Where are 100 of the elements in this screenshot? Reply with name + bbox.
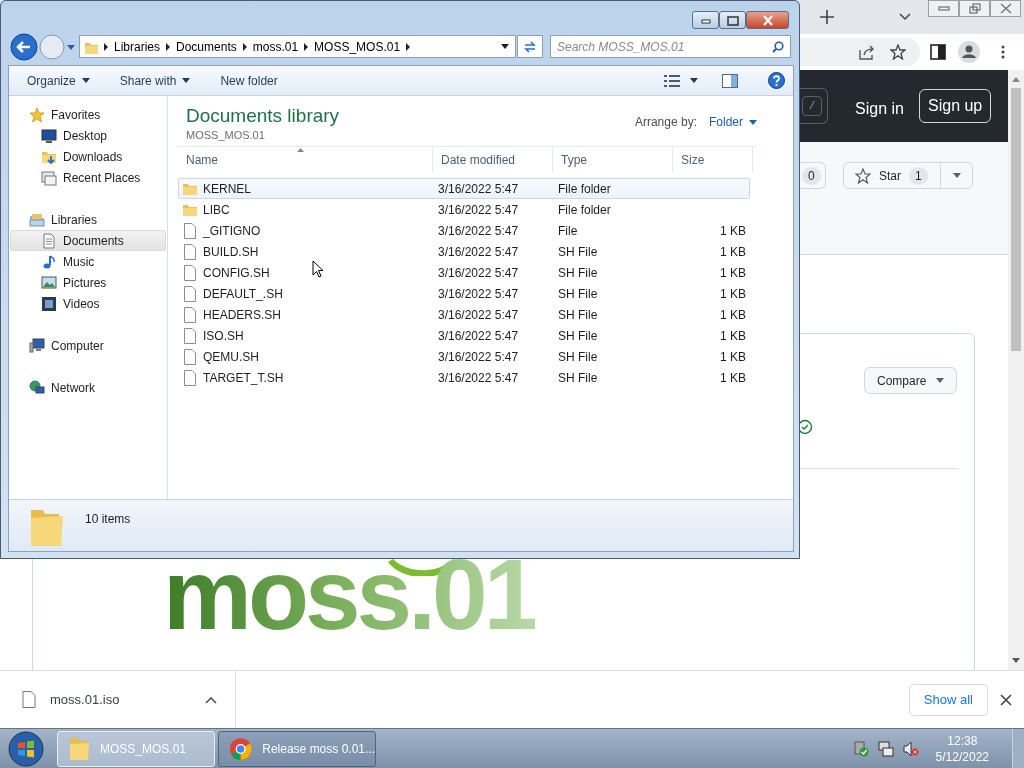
sign-up-button[interactable]: Sign up [919, 89, 992, 123]
libraries-icon [29, 211, 45, 228]
breadcrumb-arrow-icon [304, 42, 309, 51]
volume-muted-icon [902, 740, 919, 757]
watch-button[interactable]: 0 [800, 162, 826, 189]
compare-button[interactable]: Compare [864, 367, 958, 394]
file-row[interactable]: _GITIGNO 3/16/2022 5:47 File 1 KB [178, 220, 750, 241]
nav-item[interactable]: Computer [10, 335, 166, 356]
breadcrumb-item[interactable]: Libraries [114, 37, 161, 56]
nav-item[interactable]: Documents [10, 230, 166, 251]
close-button[interactable] [1000, 693, 1012, 706]
nav-item[interactable]: Network [10, 377, 166, 398]
breadcrumb-arrow-icon [406, 42, 411, 51]
file-name: DEFAULT_.SH [203, 285, 283, 303]
refresh-button[interactable] [517, 35, 543, 58]
address-bar[interactable] [800, 38, 920, 66]
security-shield-icon [852, 740, 869, 757]
file-name: CONFIG.SH [203, 264, 270, 282]
star-icon [890, 44, 906, 60]
toolbar-button[interactable]: New folder [220, 71, 278, 90]
maximize-icon [725, 14, 740, 26]
nav-item[interactable]: Downloads [10, 146, 166, 167]
preview-pane-button[interactable] [722, 73, 738, 88]
file-type: SH File [558, 307, 598, 322]
nav-item[interactable]: Libraries [10, 209, 166, 230]
start-orb-icon [6, 729, 46, 768]
file-type: SH File [558, 349, 598, 364]
arrange-label: Arrange by: [634, 114, 697, 131]
file-type: File folder [558, 202, 611, 217]
breadcrumb-item[interactable]: Documents [176, 37, 237, 56]
file-name: _GITIGNO [203, 222, 261, 240]
file-row[interactable]: TARGET_T.SH 3/16/2022 5:47 SH File 1 KB [178, 367, 750, 388]
file-icon [182, 264, 198, 281]
scrollbar[interactable] [1008, 70, 1024, 670]
shortcut-key: / [802, 96, 822, 116]
list-view-icon [664, 74, 680, 87]
nav-item[interactable]: Music [10, 251, 166, 272]
restore-icon [967, 3, 982, 14]
forward-button-icon [39, 34, 65, 60]
scrollbar-thumb[interactable] [1011, 88, 1021, 351]
caret-up-icon [205, 695, 217, 704]
nav-item[interactable]: Desktop [10, 125, 166, 146]
file-type: SH File [558, 328, 598, 343]
file-size: 1 KB [720, 222, 746, 240]
file-type: File [558, 223, 578, 238]
toolbar-button[interactable]: Organize [27, 71, 90, 90]
arrange-dropdown[interactable]: Folder [709, 113, 757, 131]
file-row[interactable]: LIBC 3/16/2022 5:47 File folder [178, 199, 750, 220]
help-button[interactable] [768, 72, 785, 89]
file-name: KERNEL [203, 180, 252, 198]
view-options-button[interactable] [664, 74, 698, 87]
date-modified: 3/16/2022 5:47 [438, 223, 519, 238]
file-row[interactable]: ISO.SH 3/16/2022 5:47 SH File 1 KB [178, 325, 750, 346]
file-type: SH File [558, 244, 598, 259]
toolbar-button[interactable]: Share with [119, 71, 191, 90]
breadcrumb-arrow-icon [242, 42, 247, 51]
file-row[interactable]: QEMU.SH 3/16/2022 5:47 SH File 1 KB [178, 346, 750, 367]
nav-item[interactable]: Recent Places [10, 167, 166, 188]
file-icon [182, 327, 198, 344]
caret-down-icon [501, 44, 509, 49]
restore-button[interactable] [959, 0, 990, 17]
new-tab-icon [820, 10, 834, 24]
network-icon [877, 740, 894, 757]
show-all-button[interactable]: Show all [908, 683, 988, 716]
file-row[interactable]: HEADERS.SH 3/16/2022 5:47 SH File 1 KB [178, 304, 750, 325]
pictures-icon [41, 274, 57, 291]
file-row[interactable]: CONFIG.SH 3/16/2022 5:47 SH File 1 KB [178, 262, 750, 283]
file-size: 1 KB [720, 285, 746, 303]
file-row[interactable]: KERNEL 3/16/2022 5:47 File folder [178, 178, 750, 199]
breadcrumb-item[interactable]: MOSS_MOS.01 [314, 37, 401, 56]
breadcrumb-arrow-icon [104, 42, 108, 51]
nav-item[interactable]: Videos [10, 293, 166, 314]
search-field[interactable]: Search MOSS_MOS.01 [550, 35, 791, 58]
library-subtitle: MOSS_MOS.01 [186, 127, 266, 143]
sign-in-link[interactable]: Sign in [855, 97, 904, 121]
refresh-icon [523, 39, 537, 54]
close-button[interactable] [746, 11, 789, 29]
file-size: 1 KB [720, 264, 746, 282]
date-modified: 3/16/2022 5:47 [438, 328, 519, 343]
start-button[interactable] [6, 729, 46, 768]
column-header[interactable]: Date modified [433, 147, 553, 172]
column-header[interactable]: Size [673, 147, 753, 172]
star-icon [855, 167, 871, 184]
mouse-pointer-icon [312, 260, 324, 278]
nav-item[interactable]: Pictures [10, 272, 166, 293]
address-bar[interactable]: Libraries Documents moss.01 MOSS_MOS.01 [79, 35, 516, 58]
file-row[interactable]: DEFAULT_.SH 3/16/2022 5:47 SH File 1 KB [178, 283, 750, 304]
file-row[interactable]: BUILD.SH 3/16/2022 5:47 SH File 1 KB [178, 241, 750, 262]
sort-indicator-icon [297, 148, 304, 152]
caret-down-icon [952, 173, 961, 178]
minimize-button[interactable] [692, 11, 719, 29]
nav-item[interactable]: Favorites [10, 104, 166, 125]
column-header[interactable]: Type [553, 147, 673, 172]
close-icon [760, 14, 775, 26]
breadcrumb-item[interactable]: moss.01 [252, 37, 299, 56]
file-name: TARGET_T.SH [203, 369, 284, 387]
profile-avatar-icon [958, 41, 980, 63]
back-button-icon [10, 33, 38, 61]
minimize-button[interactable] [928, 0, 959, 17]
maximize-button[interactable] [719, 11, 746, 29]
